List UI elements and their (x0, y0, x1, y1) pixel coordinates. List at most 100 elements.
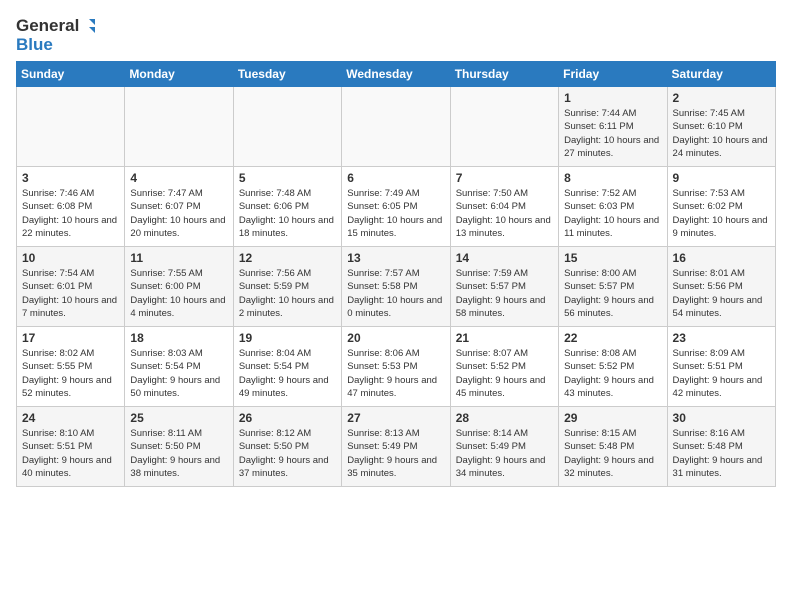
day-info: Sunrise: 8:04 AM Sunset: 5:54 PM Dayligh… (239, 347, 336, 400)
day-cell (342, 87, 450, 167)
day-info: Sunrise: 8:07 AM Sunset: 5:52 PM Dayligh… (456, 347, 553, 400)
logo-arrow (81, 17, 99, 35)
day-cell: 20 Sunrise: 8:06 AM Sunset: 5:53 PM Dayli… (342, 327, 450, 407)
header-thursday: Thursday (450, 62, 558, 87)
day-cell: 26 Sunrise: 8:12 AM Sunset: 5:50 PM Dayli… (233, 407, 341, 487)
logo: General Blue (16, 16, 99, 53)
day-info: Sunrise: 8:09 AM Sunset: 5:51 PM Dayligh… (673, 347, 770, 400)
day-cell: 29Sunrise: 8:15 AM Sunset: 5:48 PM Dayli… (559, 407, 667, 487)
day-info: Sunrise: 8:08 AM Sunset: 5:52 PM Dayligh… (564, 347, 661, 400)
day-info: Sunrise: 7:56 AM Sunset: 5:59 PM Dayligh… (239, 267, 336, 320)
day-cell: 30 Sunrise: 8:16 AM Sunset: 5:48 PM Dayli… (667, 407, 775, 487)
day-number: 24 (22, 411, 119, 425)
day-number: 16 (673, 251, 770, 265)
logo-general: General (16, 16, 79, 36)
day-cell: 5 Sunrise: 7:48 AM Sunset: 6:06 PM Daylig… (233, 167, 341, 247)
day-info: Sunrise: 8:10 AM Sunset: 5:51 PM Dayligh… (22, 427, 119, 480)
day-number: 22 (564, 331, 661, 345)
day-number: 17 (22, 331, 119, 345)
day-cell: 12Sunrise: 7:56 AM Sunset: 5:59 PM Dayli… (233, 247, 341, 327)
day-cell: 21 Sunrise: 8:07 AM Sunset: 5:52 PM Dayli… (450, 327, 558, 407)
day-number: 26 (239, 411, 336, 425)
day-info: Sunrise: 8:02 AM Sunset: 5:55 PM Dayligh… (22, 347, 119, 400)
day-cell: 23Sunrise: 8:09 AM Sunset: 5:51 PM Dayli… (667, 327, 775, 407)
header-monday: Monday (125, 62, 233, 87)
day-number: 27 (347, 411, 444, 425)
day-info: Sunrise: 8:03 AM Sunset: 5:54 PM Dayligh… (130, 347, 227, 400)
day-cell: 18 Sunrise: 8:03 AM Sunset: 5:54 PM Dayli… (125, 327, 233, 407)
day-info: Sunrise: 8:01 AM Sunset: 5:56 PM Dayligh… (673, 267, 770, 320)
day-cell: 1 Sunrise: 7:44 AM Sunset: 6:11 PM Daylig… (559, 87, 667, 167)
day-number: 19 (239, 331, 336, 345)
day-info: Sunrise: 7:48 AM Sunset: 6:06 PM Dayligh… (239, 187, 336, 240)
day-cell: 17 Sunrise: 8:02 AM Sunset: 5:55 PM Dayli… (17, 327, 125, 407)
day-number: 1 (564, 91, 661, 105)
day-cell: 13 Sunrise: 7:57 AM Sunset: 5:58 PM Dayli… (342, 247, 450, 327)
header-friday: Friday (559, 62, 667, 87)
day-info: Sunrise: 7:54 AM Sunset: 6:01 PM Dayligh… (22, 267, 119, 320)
header-saturday: Saturday (667, 62, 775, 87)
day-cell (17, 87, 125, 167)
day-info: Sunrise: 8:06 AM Sunset: 5:53 PM Dayligh… (347, 347, 444, 400)
day-info: Sunrise: 7:46 AM Sunset: 6:08 PM Dayligh… (22, 187, 119, 240)
logo-blue: Blue (16, 36, 53, 53)
day-number: 14 (456, 251, 553, 265)
day-info: Sunrise: 7:45 AM Sunset: 6:10 PM Dayligh… (673, 107, 770, 160)
day-info: Sunrise: 8:14 AM Sunset: 5:49 PM Dayligh… (456, 427, 553, 480)
day-cell: 28Sunrise: 8:14 AM Sunset: 5:49 PM Dayli… (450, 407, 558, 487)
day-number: 8 (564, 171, 661, 185)
day-info: Sunrise: 7:55 AM Sunset: 6:00 PM Dayligh… (130, 267, 227, 320)
week-row-5: 24 Sunrise: 8:10 AM Sunset: 5:51 PM Dayli… (17, 407, 776, 487)
day-info: Sunrise: 7:53 AM Sunset: 6:02 PM Dayligh… (673, 187, 770, 240)
day-number: 10 (22, 251, 119, 265)
day-info: Sunrise: 7:59 AM Sunset: 5:57 PM Dayligh… (456, 267, 553, 320)
day-cell: 9 Sunrise: 7:53 AM Sunset: 6:02 PM Daylig… (667, 167, 775, 247)
day-cell: 8Sunrise: 7:52 AM Sunset: 6:03 PM Daylig… (559, 167, 667, 247)
day-number: 20 (347, 331, 444, 345)
day-number: 9 (673, 171, 770, 185)
day-cell: 22 Sunrise: 8:08 AM Sunset: 5:52 PM Dayli… (559, 327, 667, 407)
day-cell: 3Sunrise: 7:46 AM Sunset: 6:08 PM Daylig… (17, 167, 125, 247)
day-info: Sunrise: 8:16 AM Sunset: 5:48 PM Dayligh… (673, 427, 770, 480)
day-cell (125, 87, 233, 167)
day-cell: 27Sunrise: 8:13 AM Sunset: 5:49 PM Dayli… (342, 407, 450, 487)
week-row-1: 1 Sunrise: 7:44 AM Sunset: 6:11 PM Daylig… (17, 87, 776, 167)
day-info: Sunrise: 7:50 AM Sunset: 6:04 PM Dayligh… (456, 187, 553, 240)
header-wednesday: Wednesday (342, 62, 450, 87)
day-info: Sunrise: 7:44 AM Sunset: 6:11 PM Dayligh… (564, 107, 661, 160)
day-number: 18 (130, 331, 227, 345)
day-info: Sunrise: 8:12 AM Sunset: 5:50 PM Dayligh… (239, 427, 336, 480)
day-cell: 7 Sunrise: 7:50 AM Sunset: 6:04 PM Daylig… (450, 167, 558, 247)
day-cell: 15 Sunrise: 8:00 AM Sunset: 5:57 PM Dayli… (559, 247, 667, 327)
day-cell: 14 Sunrise: 7:59 AM Sunset: 5:57 PM Dayli… (450, 247, 558, 327)
day-number: 25 (130, 411, 227, 425)
header-sunday: Sunday (17, 62, 125, 87)
day-number: 5 (239, 171, 336, 185)
day-cell: 4 Sunrise: 7:47 AM Sunset: 6:07 PM Daylig… (125, 167, 233, 247)
day-cell: 2Sunrise: 7:45 AM Sunset: 6:10 PM Daylig… (667, 87, 775, 167)
day-cell: 16 Sunrise: 8:01 AM Sunset: 5:56 PM Dayli… (667, 247, 775, 327)
day-number: 30 (673, 411, 770, 425)
day-number: 15 (564, 251, 661, 265)
day-cell: 19 Sunrise: 8:04 AM Sunset: 5:54 PM Dayli… (233, 327, 341, 407)
day-number: 13 (347, 251, 444, 265)
page-header: General Blue (16, 16, 776, 53)
day-number: 21 (456, 331, 553, 345)
day-info: Sunrise: 7:49 AM Sunset: 6:05 PM Dayligh… (347, 187, 444, 240)
day-info: Sunrise: 8:15 AM Sunset: 5:48 PM Dayligh… (564, 427, 661, 480)
week-row-3: 10 Sunrise: 7:54 AM Sunset: 6:01 PM Dayli… (17, 247, 776, 327)
day-number: 11 (130, 251, 227, 265)
day-cell (233, 87, 341, 167)
day-cell: 25 Sunrise: 8:11 AM Sunset: 5:50 PM Dayli… (125, 407, 233, 487)
day-cell (450, 87, 558, 167)
day-cell: 24 Sunrise: 8:10 AM Sunset: 5:51 PM Dayli… (17, 407, 125, 487)
week-row-4: 17 Sunrise: 8:02 AM Sunset: 5:55 PM Dayli… (17, 327, 776, 407)
day-number: 7 (456, 171, 553, 185)
day-info: Sunrise: 8:11 AM Sunset: 5:50 PM Dayligh… (130, 427, 227, 480)
header-row: SundayMondayTuesdayWednesdayThursdayFrid… (17, 62, 776, 87)
day-info: Sunrise: 7:57 AM Sunset: 5:58 PM Dayligh… (347, 267, 444, 320)
day-cell: 6Sunrise: 7:49 AM Sunset: 6:05 PM Daylig… (342, 167, 450, 247)
day-info: Sunrise: 8:00 AM Sunset: 5:57 PM Dayligh… (564, 267, 661, 320)
day-number: 4 (130, 171, 227, 185)
day-info: Sunrise: 7:47 AM Sunset: 6:07 PM Dayligh… (130, 187, 227, 240)
